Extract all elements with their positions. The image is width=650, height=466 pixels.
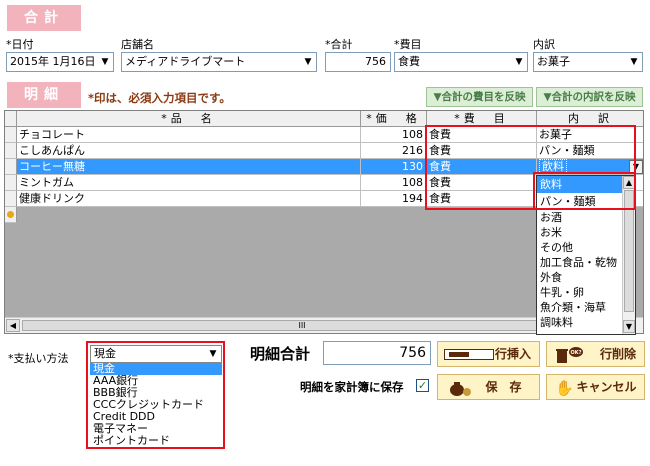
chevron-down-icon[interactable]: ▼ xyxy=(513,53,525,71)
cell-name[interactable]: コーヒー無糖 xyxy=(17,159,361,175)
store-label: 店舗名 xyxy=(121,38,154,51)
delete-row-button[interactable]: OK? 行削除 xyxy=(546,341,645,367)
dropdown-option[interactable]: その他 xyxy=(537,240,623,255)
breakdown-label: 内訳 xyxy=(533,38,555,51)
scroll-down-icon[interactable]: ▼ xyxy=(623,320,635,333)
scroll-left-icon[interactable]: ◀ xyxy=(6,319,20,332)
col-header-price[interactable]: *価 格 xyxy=(361,111,427,127)
insert-row-icon-bar xyxy=(449,352,469,357)
horizontal-scroll-thumb[interactable]: III xyxy=(22,320,582,331)
cancel-button[interactable]: ✋ キャンセル xyxy=(546,374,645,400)
trash-icon: OK? xyxy=(555,346,583,364)
highlight-frame-payment xyxy=(86,341,225,449)
dropdown-option[interactable]: お米 xyxy=(537,225,623,240)
delete-row-label: 行削除 xyxy=(599,347,636,361)
expense-label: *費目 xyxy=(394,38,422,51)
save-to-book-checkbox[interactable]: ✓ xyxy=(416,379,429,392)
dropdown-option[interactable]: 加工食品・乾物 xyxy=(537,255,623,270)
insert-row-icon xyxy=(444,349,494,360)
cell-name[interactable]: こしあんぱん xyxy=(17,143,361,159)
date-label: *日付 xyxy=(6,38,34,51)
save-label: 保 存 xyxy=(485,380,522,394)
row-header[interactable] xyxy=(5,207,17,223)
breakdown-value: お菓子 xyxy=(537,55,570,68)
chevron-down-icon[interactable]: ▼ xyxy=(99,53,111,71)
dropdown-option[interactable]: 外食 xyxy=(537,270,623,285)
cell-name[interactable]: ミントガム xyxy=(17,175,361,191)
reflect-breakdown-button[interactable]: ▼合計の内訳を反映 xyxy=(536,87,643,107)
dropdown-option[interactable]: お酒 xyxy=(537,210,623,225)
date-value: 2015年 1月16日 xyxy=(10,55,96,68)
chevron-down-icon[interactable]: ▼ xyxy=(628,53,640,71)
total-section-tab: 合計 xyxy=(7,5,81,31)
cell-name[interactable]: チョコレート xyxy=(17,127,361,143)
cell-price[interactable]: 108 xyxy=(361,127,427,143)
cancel-label: キャンセル xyxy=(576,380,637,394)
date-picker[interactable]: 2015年 1月16日 ▼ xyxy=(6,52,114,72)
row-header[interactable] xyxy=(5,127,17,143)
required-note: *印は、必須入力項目です。 xyxy=(88,91,231,105)
detail-total-field: 756 xyxy=(323,341,431,365)
insert-row-label: 行挿入 xyxy=(494,347,531,361)
breakdown-select[interactable]: お菓子 ▼ xyxy=(533,52,643,72)
save-to-book-label: 明細を家計簿に保存 xyxy=(300,380,404,394)
detail-total-label: 明細合計 xyxy=(250,345,311,363)
insert-row-button[interactable]: 行挿入 xyxy=(437,341,540,367)
highlight-frame-dropdown xyxy=(533,172,636,210)
cell-price[interactable]: 108 xyxy=(361,175,427,191)
row-header[interactable] xyxy=(5,143,17,159)
svg-text:OK?: OK? xyxy=(570,350,581,356)
col-header-name[interactable]: *品 名 xyxy=(17,111,361,127)
cell-price[interactable]: 216 xyxy=(361,143,427,159)
cell-price[interactable]: 194 xyxy=(361,191,427,207)
row-header[interactable] xyxy=(5,175,17,191)
reflect-expense-button[interactable]: ▼合計の費目を反映 xyxy=(426,87,533,107)
total-label: *合計 xyxy=(325,38,353,51)
hand-stop-icon: ✋ xyxy=(555,379,574,397)
cell-name[interactable]: 健康ドリンク xyxy=(17,191,361,207)
expense-value: 食費 xyxy=(398,55,420,68)
chevron-down-icon[interactable]: ▼ xyxy=(302,53,314,71)
cell-price[interactable]: 130 xyxy=(361,159,427,175)
detail-section-tab: 明細 xyxy=(7,82,81,108)
save-button[interactable]: 保 存 xyxy=(437,374,540,400)
row-header[interactable] xyxy=(5,191,17,207)
row-header[interactable] xyxy=(5,159,17,175)
dropdown-option[interactable]: 牛乳・卵 xyxy=(537,285,623,300)
store-select[interactable]: メディアドライブマート ▼ xyxy=(121,52,317,72)
dropdown-option[interactable]: 調味料 xyxy=(537,315,623,330)
total-amount-field[interactable]: 756 xyxy=(325,52,391,72)
row-header-corner xyxy=(5,111,17,127)
store-value: メディアドライブマート xyxy=(125,55,246,68)
new-row-marker-icon xyxy=(7,211,14,218)
payment-label: *支払い方法 xyxy=(8,352,69,365)
expense-select[interactable]: 食費 ▼ xyxy=(394,52,528,72)
money-bag-icon xyxy=(448,379,472,397)
dropdown-option[interactable]: 魚介類・海草 xyxy=(537,300,623,315)
